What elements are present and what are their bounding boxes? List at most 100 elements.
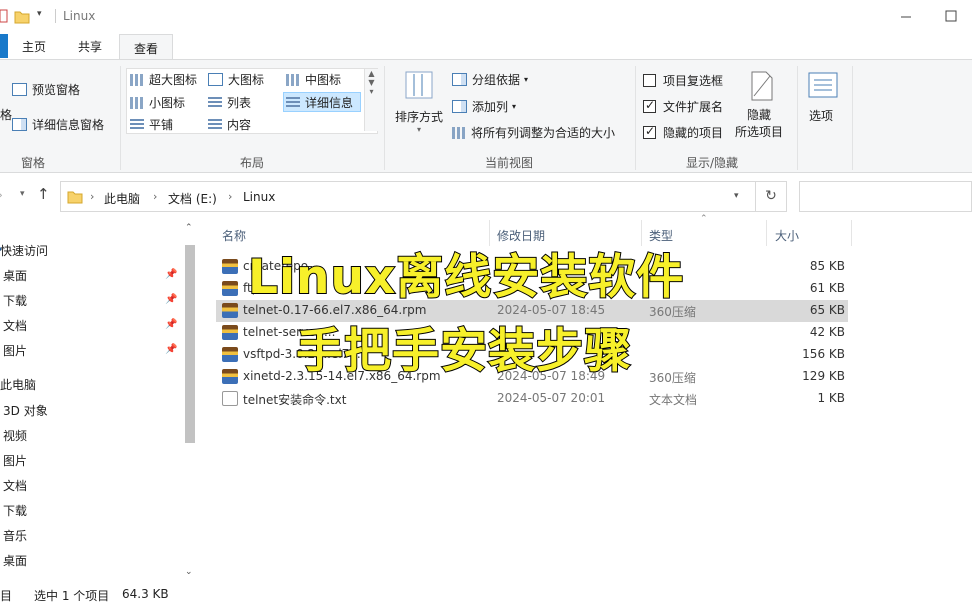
nav-item-downloads[interactable]: 下载 [3, 502, 27, 519]
nav-scrollbar[interactable]: ⌃ ⌄ [183, 223, 197, 583]
nav-item-videos[interactable]: 视频 [3, 427, 27, 444]
navigation-pane-label-partial[interactable]: 格 [0, 106, 12, 123]
up-icon[interactable]: ↑ [37, 185, 50, 203]
nav-quick-access[interactable]: 快速访问 [0, 242, 48, 259]
tab-share[interactable]: 共享 [78, 38, 102, 55]
address-dropdown-icon[interactable]: ▾ [734, 191, 739, 201]
breadcrumb-this-pc[interactable]: 此电脑 [104, 190, 140, 207]
navigation-pane: 快速访问 桌面 📌 下载 📌 文档 📌 图片 📌 此电脑 3D 对象 视频 图片… [0, 213, 200, 583]
sort-dropdown-icon: ▾ [417, 125, 422, 134]
maximize-icon[interactable] [941, 6, 961, 26]
layout-label: 内容 [227, 118, 252, 132]
hidden-items-checkbox[interactable] [643, 124, 656, 139]
item-checkboxes-label: 项目复选框 [663, 74, 724, 88]
selected-items-label: 所选项目 [735, 125, 784, 139]
pin-icon[interactable]: 📌 [165, 344, 177, 355]
preview-pane-icon [12, 83, 27, 96]
refresh-button[interactable]: ↻ [755, 181, 787, 212]
layout-details[interactable]: 详细信息 [286, 94, 353, 111]
preview-pane-label: 预览窗格 [32, 83, 81, 97]
layout-tiles[interactable]: 平铺 [130, 116, 173, 133]
rpm-file-icon [222, 347, 238, 362]
nav-item-3d-objects[interactable]: 3D 对象 [3, 402, 48, 419]
file-size: 1 KB [817, 391, 845, 405]
layout-extra-large-icons[interactable]: 超大图标 [130, 71, 197, 88]
add-columns-button[interactable]: 添加列 ▾ [452, 98, 516, 115]
column-divider[interactable] [766, 220, 767, 246]
rpm-file-icon [222, 259, 238, 274]
tab-home[interactable]: 主页 [22, 38, 46, 55]
file-size: 42 KB [809, 325, 845, 339]
sort-by-button[interactable]: 排序方式 ▾ [395, 108, 443, 134]
column-header-size[interactable]: 大小 [775, 227, 799, 244]
nav-item-downloads[interactable]: 下载 [3, 292, 27, 309]
breadcrumb-separator-icon[interactable]: › [228, 190, 232, 203]
hidden-items-toggle[interactable]: 隐藏的项目 [643, 124, 723, 141]
column-header-name[interactable]: 名称 [222, 227, 246, 244]
details-icon [286, 96, 300, 109]
options-button[interactable]: 选项 [809, 107, 833, 124]
layout-large-icons[interactable]: 大图标 [208, 71, 264, 88]
nav-this-pc[interactable]: 此电脑 [0, 376, 36, 393]
add-columns-dropdown-icon: ▾ [512, 102, 517, 111]
preview-pane-button[interactable]: 预览窗格 [12, 81, 80, 98]
details-pane-button[interactable]: 详细信息窗格 [12, 116, 104, 133]
list-icon [208, 96, 222, 109]
layout-label: 平铺 [149, 118, 174, 132]
properties-icon[interactable] [0, 8, 8, 24]
layout-content[interactable]: 内容 [208, 116, 251, 133]
current-view-group-label: 当前视图 [485, 156, 534, 170]
pin-icon[interactable]: 📌 [165, 294, 177, 305]
options-icon [808, 72, 838, 98]
size-all-columns-label: 将所有列调整为合适的大小 [471, 126, 616, 140]
nav-item-pictures[interactable]: 图片 [3, 342, 27, 359]
breadcrumb-separator-icon[interactable]: › [90, 190, 94, 203]
column-divider[interactable] [851, 220, 852, 246]
group-divider [797, 66, 798, 170]
size-all-columns-button[interactable]: 将所有列调整为合适的大小 [452, 124, 615, 141]
file-size: 129 KB [802, 369, 845, 383]
item-checkboxes-toggle[interactable]: 项目复选框 [643, 72, 723, 89]
address-bar[interactable]: › 此电脑 › 文档 (E:) › Linux ▾ [60, 181, 756, 212]
recent-locations-icon[interactable]: ▾ [20, 189, 25, 199]
file-size: 85 KB [809, 259, 845, 273]
layout-label: 列表 [227, 96, 252, 110]
tab-file[interactable] [0, 34, 8, 58]
file-extensions-checkbox[interactable] [643, 98, 656, 113]
nav-item-desktop[interactable]: 桌面 [3, 552, 27, 569]
layout-label: 中图标 [305, 73, 342, 87]
overlay-title-line2: 手把手安装步骤 [295, 323, 632, 380]
breadcrumb-drive[interactable]: 文档 (E:) [168, 190, 217, 207]
layout-small-icons[interactable]: 小图标 [130, 94, 185, 111]
nav-item-documents[interactable]: 文档 [3, 317, 27, 334]
nav-item-music[interactable]: 音乐 [3, 527, 27, 544]
quick-access-dropdown-icon[interactable]: ▾ [37, 9, 42, 19]
nav-scroll-thumb[interactable] [185, 245, 195, 443]
tab-view[interactable]: 查看 [119, 34, 173, 61]
nav-item-pictures[interactable]: 图片 [3, 452, 27, 469]
hide-selected-button[interactable]: 隐藏 所选项目 [735, 106, 783, 140]
file-extensions-label: 文件扩展名 [663, 100, 724, 114]
scroll-up-icon[interactable]: ⌃ [185, 223, 193, 233]
breadcrumb-separator-icon[interactable]: › [153, 190, 157, 203]
group-by-button[interactable]: 分组依据 ▾ [452, 71, 528, 88]
layout-gallery-scroll[interactable]: ▲ ▼ ▾ [364, 69, 378, 131]
item-checkboxes-checkbox[interactable] [643, 74, 656, 87]
scroll-down-icon[interactable]: ⌄ [185, 567, 193, 577]
breadcrumb-linux[interactable]: Linux [243, 190, 275, 204]
layout-medium-icons[interactable]: 中图标 [286, 71, 341, 88]
layout-list[interactable]: 列表 [208, 94, 251, 111]
new-folder-icon[interactable] [14, 8, 30, 24]
rpm-file-icon [222, 325, 238, 340]
pin-icon[interactable]: 📌 [165, 319, 177, 330]
pin-icon[interactable]: 📌 [165, 269, 177, 280]
file-row[interactable]: telnet安装命令.txt 2024-05-07 20:01 文本文档 1 K… [216, 388, 848, 410]
search-input[interactable] [799, 181, 972, 212]
add-columns-label: 添加列 [472, 100, 509, 114]
minimize-icon[interactable] [896, 6, 916, 26]
size-columns-icon [452, 126, 466, 139]
back-icon[interactable]: › [0, 188, 3, 202]
nav-item-desktop[interactable]: 桌面 [3, 267, 27, 284]
file-extensions-toggle[interactable]: 文件扩展名 [643, 98, 723, 115]
nav-item-documents[interactable]: 文档 [3, 477, 27, 494]
